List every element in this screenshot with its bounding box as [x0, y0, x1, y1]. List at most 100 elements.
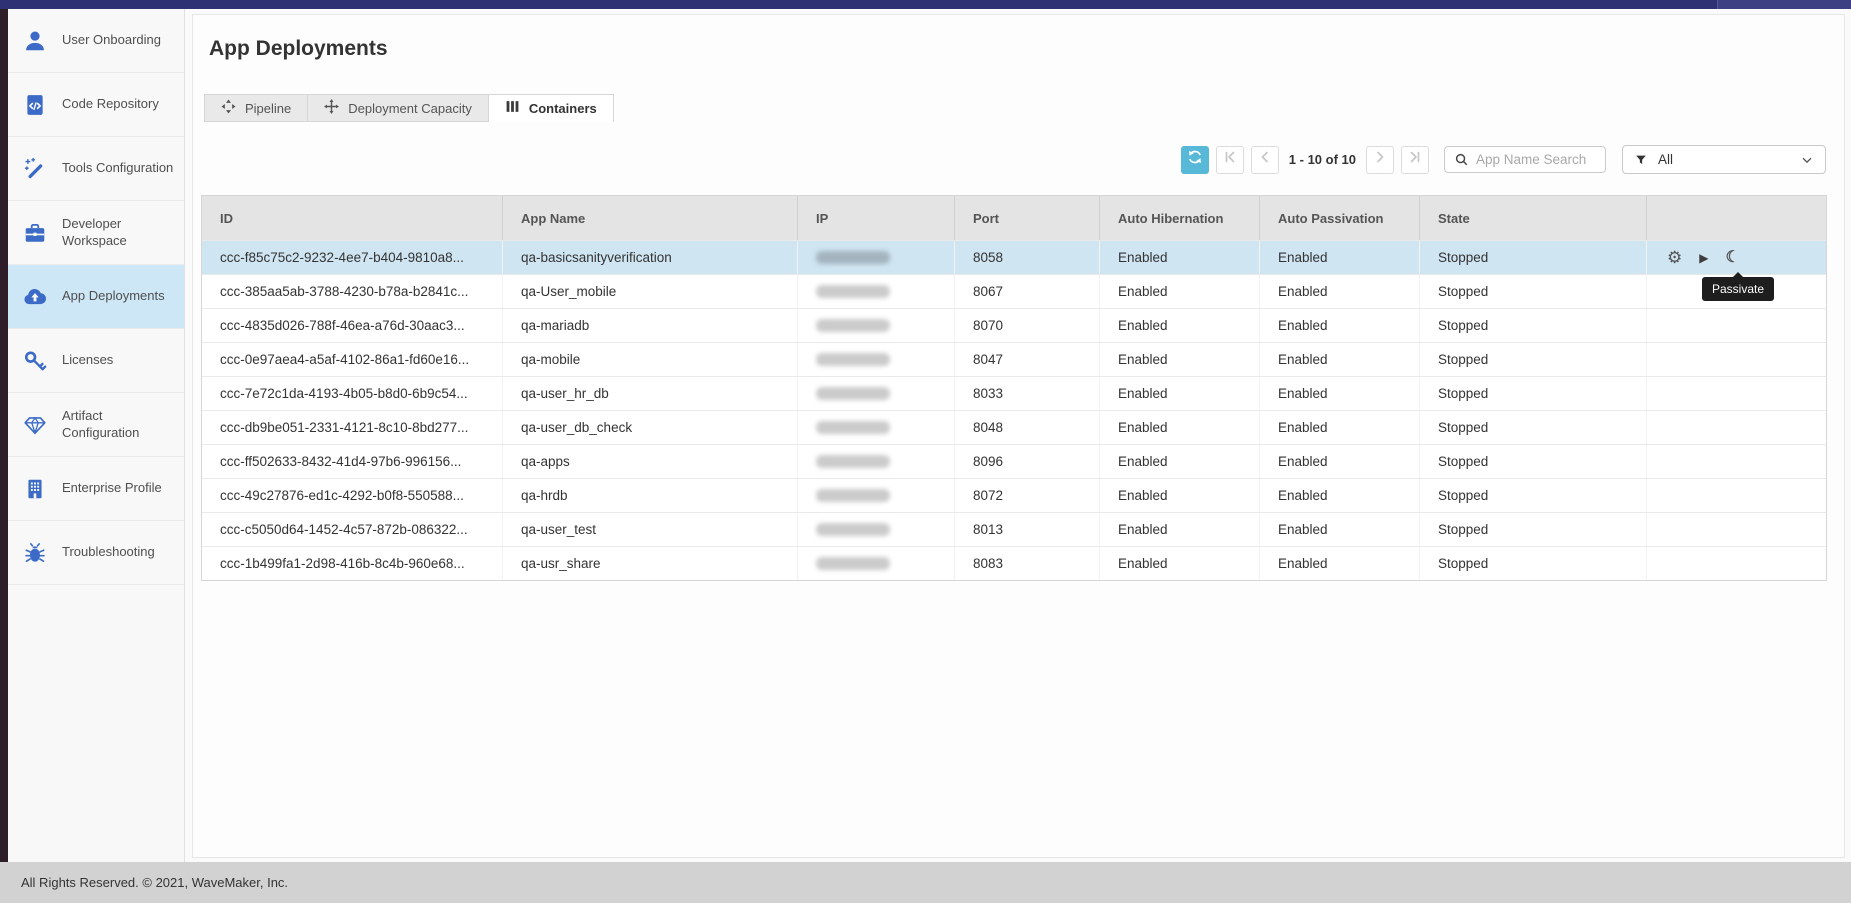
table-row[interactable]: ccc-4835d026-788f-46ea-a76d-30aac3... qa…	[202, 308, 1826, 342]
ip-redacted-value	[816, 285, 890, 298]
sidebar-item-tools-configuration[interactable]: Tools Configuration	[8, 137, 184, 201]
cell-id: ccc-7e72c1da-4193-4b05-b8d0-6b9c54...	[202, 377, 502, 410]
cell-state: Stopped	[1419, 513, 1646, 546]
cell-ip	[797, 547, 954, 580]
auto-passivation: Enabled	[1278, 284, 1328, 299]
table-row[interactable]: ccc-0e97aea4-a5af-4102-86a1-fd60e16... q…	[202, 342, 1826, 376]
pagination-last-button[interactable]	[1401, 146, 1429, 174]
ip-redacted-value	[816, 251, 890, 264]
state-filter-select[interactable]: All	[1622, 145, 1826, 174]
table-row[interactable]: ccc-f85c75c2-9232-4ee7-b404-9810a8... qa…	[202, 240, 1826, 274]
pipeline-icon	[221, 99, 236, 117]
sidebar-item-troubleshooting[interactable]: Troubleshooting	[8, 521, 184, 585]
ip-redacted-value	[816, 319, 890, 332]
auto-passivation: Enabled	[1278, 386, 1328, 401]
column-header-id: ID	[202, 196, 502, 240]
table-row[interactable]: ccc-1b499fa1-2d98-416b-8c4b-960e68... qa…	[202, 546, 1826, 580]
gem-icon	[23, 413, 47, 437]
container-id: ccc-49c27876-ed1c-4292-b0f8-550588...	[220, 488, 464, 503]
pagination-prev-button[interactable]	[1251, 146, 1279, 174]
container-id: ccc-ff502633-8432-41d4-97b6-996156...	[220, 454, 461, 469]
first-page-icon	[1222, 149, 1238, 170]
gear-icon[interactable]: ⚙	[1667, 249, 1682, 266]
cell-id: ccc-1b499fa1-2d98-416b-8c4b-960e68...	[202, 547, 502, 580]
table-body: ccc-f85c75c2-9232-4ee7-b404-9810a8... qa…	[202, 240, 1826, 580]
auto-hibernation: Enabled	[1118, 284, 1168, 299]
sidebar-item-artifact-configuration[interactable]: Artifact Configuration	[8, 393, 184, 457]
tab-deployment-capacity[interactable]: Deployment Capacity	[308, 94, 489, 122]
auto-hibernation: Enabled	[1118, 318, 1168, 333]
ip-redacted-value	[816, 557, 890, 570]
sidebar-item-developer-workspace[interactable]: Developer Workspace	[8, 201, 184, 265]
app-name: qa-usr_share	[521, 556, 601, 571]
state: Stopped	[1438, 488, 1488, 503]
cell-actions	[1646, 547, 1826, 580]
auto-passivation: Enabled	[1278, 420, 1328, 435]
search-icon	[1454, 152, 1469, 167]
cell-id: ccc-385aa5ab-3788-4230-b78a-b2841c...	[202, 275, 502, 308]
grid-toolbar: 1 - 10 of 10 All	[1181, 145, 1826, 174]
filter-selected-value: All	[1658, 152, 1673, 167]
tab-label: Pipeline	[245, 101, 291, 116]
cell-ip	[797, 343, 954, 376]
play-icon[interactable]: ▶	[1699, 252, 1708, 264]
table-row[interactable]: ccc-385aa5ab-3788-4230-b78a-b2841c... qa…	[202, 274, 1826, 308]
cell-state: Stopped	[1419, 377, 1646, 410]
refresh-button[interactable]	[1181, 146, 1209, 174]
column-header-actions	[1646, 196, 1826, 240]
ip-redacted-value	[816, 489, 890, 502]
cell-state: Stopped	[1419, 275, 1646, 308]
app-name: qa-hrdb	[521, 488, 568, 503]
port: 8070	[973, 318, 1003, 333]
cell-id: ccc-4835d026-788f-46ea-a76d-30aac3...	[202, 309, 502, 342]
port: 8067	[973, 284, 1003, 299]
sidebar-item-label: Developer Workspace	[62, 216, 174, 250]
port: 8072	[973, 488, 1003, 503]
cell-id: ccc-0e97aea4-a5af-4102-86a1-fd60e16...	[202, 343, 502, 376]
auto-passivation: Enabled	[1278, 318, 1328, 333]
table-row[interactable]: ccc-ff502633-8432-41d4-97b6-996156... qa…	[202, 444, 1826, 478]
cell-ip	[797, 411, 954, 444]
tab-containers[interactable]: Containers	[489, 94, 614, 122]
sidebar-item-app-deployments[interactable]: App Deployments	[8, 265, 184, 329]
topbar-right-segment	[1717, 0, 1851, 9]
moon-passivate-icon[interactable]: ☾	[1725, 250, 1739, 266]
search-input[interactable]	[1476, 152, 1596, 167]
container-id: ccc-0e97aea4-a5af-4102-86a1-fd60e16...	[220, 352, 469, 367]
copyright-text: All Rights Reserved. © 2021, WaveMaker, …	[21, 875, 288, 890]
table-header-row: ID App Name IP Port Auto Hibernation Aut…	[202, 196, 1826, 240]
cell-ip	[797, 377, 954, 410]
port: 8013	[973, 522, 1003, 537]
table-row[interactable]: ccc-7e72c1da-4193-4b05-b8d0-6b9c54... qa…	[202, 376, 1826, 410]
sidebar-item-label: User Onboarding	[62, 32, 174, 49]
cell-id: ccc-db9be051-2331-4121-8c10-8bd277...	[202, 411, 502, 444]
cell-ip	[797, 241, 954, 274]
container-id: ccc-7e72c1da-4193-4b05-b8d0-6b9c54...	[220, 386, 468, 401]
sidebar: User Onboarding Code Repository Tools Co…	[8, 9, 185, 862]
auto-passivation: Enabled	[1278, 522, 1328, 537]
table-row[interactable]: ccc-db9be051-2331-4121-8c10-8bd277... qa…	[202, 410, 1826, 444]
pagination-next-button[interactable]	[1366, 146, 1394, 174]
sidebar-item-label: Enterprise Profile	[62, 480, 174, 497]
pagination-first-button[interactable]	[1216, 146, 1244, 174]
ip-redacted-value	[816, 523, 890, 536]
sidebar-item-enterprise-profile[interactable]: Enterprise Profile	[8, 457, 184, 521]
cell-app-name: qa-mobile	[502, 343, 797, 376]
sidebar-item-licenses[interactable]: Licenses	[8, 329, 184, 393]
cell-state: Stopped	[1419, 445, 1646, 478]
table-row[interactable]: ccc-c5050d64-1452-4c57-872b-086322... qa…	[202, 512, 1826, 546]
refresh-icon	[1187, 149, 1203, 170]
ip-redacted-value	[816, 421, 890, 434]
cell-app-name: qa-mariadb	[502, 309, 797, 342]
sidebar-item-user-onboarding[interactable]: User Onboarding	[8, 9, 184, 73]
chevron-down-icon	[1800, 153, 1814, 167]
cell-actions	[1646, 309, 1826, 342]
table-row[interactable]: ccc-49c27876-ed1c-4292-b0f8-550588... qa…	[202, 478, 1826, 512]
cell-ip	[797, 445, 954, 478]
sidebar-item-code-repository[interactable]: Code Repository	[8, 73, 184, 137]
sidebar-item-label: Code Repository	[62, 96, 174, 113]
tab-pipeline[interactable]: Pipeline	[204, 94, 308, 122]
building-icon	[23, 477, 47, 501]
state: Stopped	[1438, 386, 1488, 401]
prev-page-icon	[1257, 149, 1273, 170]
